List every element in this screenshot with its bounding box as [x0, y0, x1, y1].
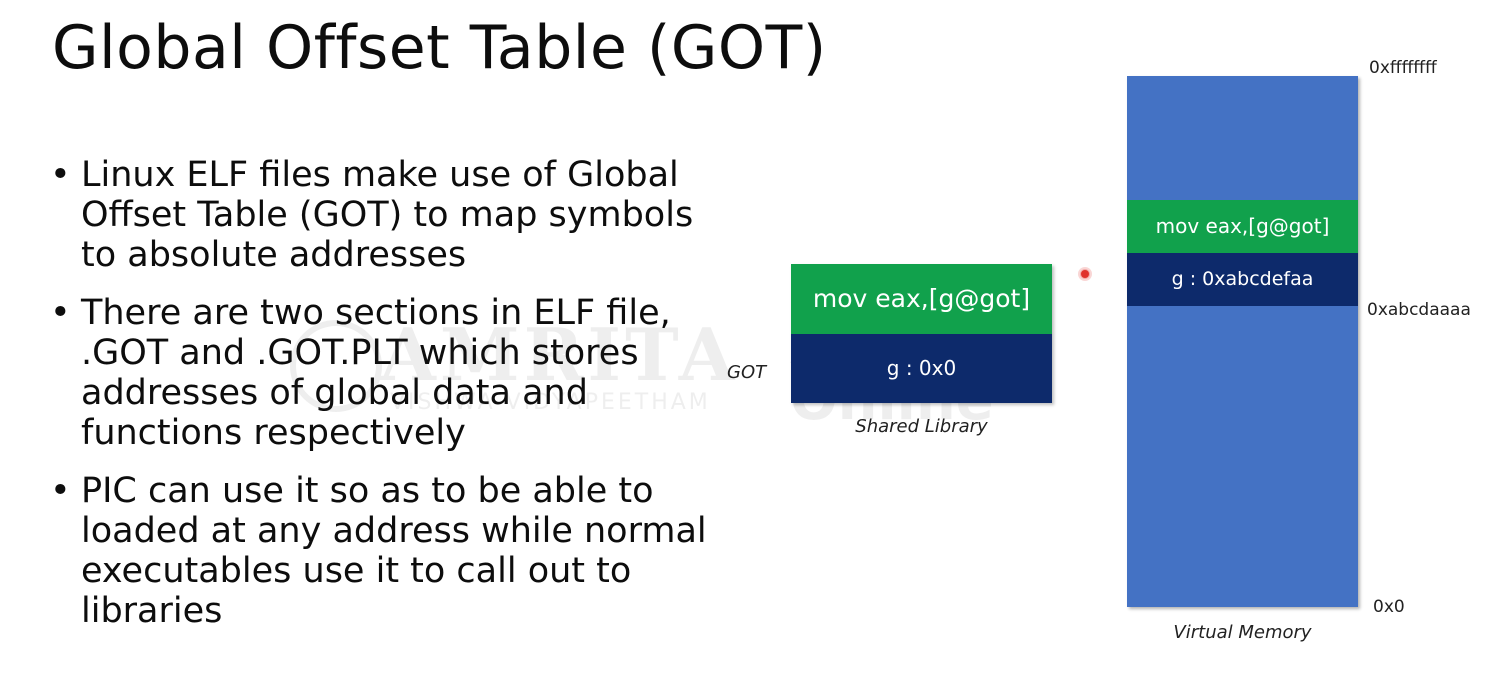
bullet-item: • There are two sections in ELF file, .G… [50, 293, 730, 453]
bullet-marker: • [50, 293, 71, 333]
pointer-dot-icon [1080, 269, 1090, 279]
bullet-item: • Linux ELF files make use of Global Off… [50, 155, 730, 275]
virtual-memory-block: mov eax,[g@got] g : 0xabcdefaa [1127, 76, 1358, 607]
virtual-memory-instruction: mov eax,[g@got] [1127, 200, 1358, 253]
address-bottom: 0x0 [1373, 597, 1405, 617]
bullet-marker: • [50, 155, 71, 195]
shared-library-instruction: mov eax,[g@got] [791, 264, 1052, 334]
bullet-list: • Linux ELF files make use of Global Off… [50, 155, 730, 649]
virtual-memory-got-entry: g : 0xabcdefaa [1127, 253, 1358, 306]
bullet-marker: • [50, 471, 71, 511]
got-label: GOT [727, 362, 767, 383]
shared-library-block: mov eax,[g@got] g : 0x0 [791, 264, 1052, 403]
shared-library-caption: Shared Library [855, 416, 988, 437]
bullet-item: • PIC can use it so as to be able to loa… [50, 471, 730, 631]
virtual-memory-caption: Virtual Memory [1173, 622, 1312, 643]
address-mid: 0xabcdaaaa [1367, 300, 1471, 320]
bullet-text: PIC can use it so as to be able to loade… [81, 471, 707, 631]
slide-title: Global Offset Table (GOT) [52, 13, 827, 83]
bullet-text: There are two sections in ELF file, .GOT… [81, 293, 671, 453]
shared-library-got-entry: g : 0x0 [791, 334, 1052, 403]
bullet-text: Linux ELF files make use of Global Offse… [81, 155, 694, 275]
address-top: 0xffffffff [1369, 58, 1437, 78]
